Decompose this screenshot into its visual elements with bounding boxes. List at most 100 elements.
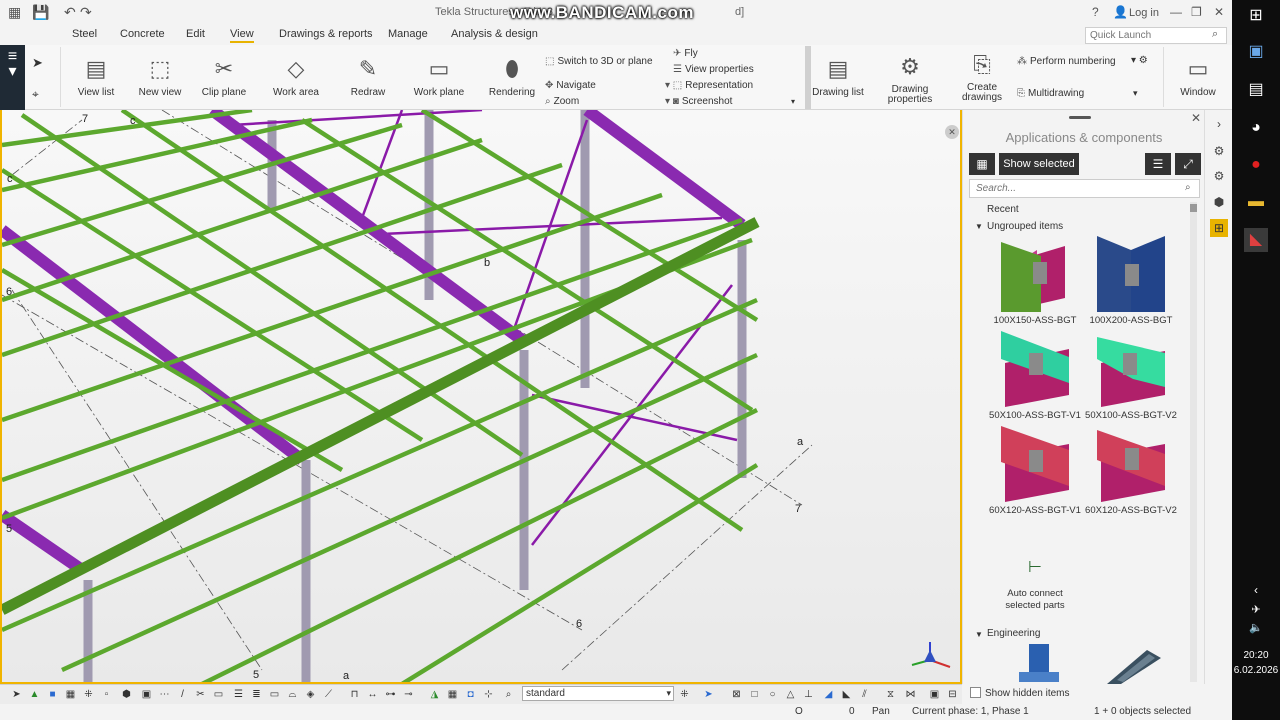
volume-icon[interactable]: 🔈 <box>1244 616 1268 640</box>
select-arrow-icon[interactable]: ➤ <box>10 688 23 701</box>
minimize-icon[interactable]: — <box>1170 5 1182 19</box>
collapse-triangle-icon[interactable]: ▼ <box>975 630 983 639</box>
work-area-button[interactable]: ◇ Work area <box>268 55 324 98</box>
panel-scrollbar[interactable] <box>1190 202 1197 682</box>
select-cube-icon[interactable]: ⬢ <box>120 688 133 701</box>
select-plane-icon[interactable]: ▭ <box>268 688 281 701</box>
snap-zoom-icon[interactable]: ⌕ <box>502 688 515 701</box>
network-computer-icon[interactable]: ▣ <box>1244 40 1268 64</box>
components-tab-icon[interactable]: ⊞ <box>1210 219 1228 237</box>
window-button[interactable]: ▭ Window <box>1173 55 1223 98</box>
quick-launch-input[interactable] <box>1085 27 1227 44</box>
snap-plane-icon[interactable]: ◮ <box>428 688 441 701</box>
drawing-properties-button[interactable]: ⚙ Drawing properties <box>882 53 938 105</box>
snap-icon[interactable]: ⌖ <box>32 87 39 102</box>
select-arrow-icon[interactable]: ➤ <box>32 55 43 71</box>
select-stack-icon[interactable]: ◈ <box>304 688 317 701</box>
chevron-down-icon[interactable]: ▾ <box>791 97 795 106</box>
create-drawings-button[interactable]: ⎘ Create drawings <box>954 51 1010 103</box>
select-grid-icon[interactable]: ⁜ <box>82 688 95 701</box>
representation-button[interactable]: ▾ ⬚ Representation <box>665 80 753 91</box>
view-filter-select[interactable]: standard ▾ <box>522 686 674 701</box>
user-icon[interactable]: 👤 <box>1113 5 1128 19</box>
folder-icon[interactable]: ▬ <box>1244 190 1268 214</box>
component-item[interactable]: 60X120-ASS-BGT-V1 <box>987 426 1083 516</box>
search-icon[interactable]: ⌕ <box>1212 28 1218 41</box>
navigate-button[interactable]: ✥ Navigate <box>545 80 596 91</box>
component-search-input[interactable] <box>969 179 1200 198</box>
snap-xyz-icon[interactable]: ⋈ <box>904 688 917 701</box>
menu-view[interactable]: View <box>230 28 254 43</box>
list-view-button[interactable]: ☰ <box>1145 153 1171 175</box>
property-settings-icon[interactable]: ⚙ <box>1210 142 1228 160</box>
snap-cross-icon[interactable]: ⊠ <box>730 688 743 701</box>
taskbar-clock[interactable]: 20:20 6.02.2026 <box>1232 648 1280 678</box>
settings-gear-icon[interactable]: ⚙ <box>1210 167 1228 185</box>
select-parts-icon[interactable]: ■ <box>46 688 59 701</box>
expand-button[interactable]: ⤢ <box>1175 153 1201 175</box>
select-link-icon[interactable]: ⟋ <box>322 688 335 701</box>
login-link[interactable]: Log in <box>1129 7 1159 19</box>
app-logo-icon[interactable]: ▦ <box>8 4 21 21</box>
component-item[interactable]: 60X120-ASS-BGT-V2 <box>1083 426 1179 516</box>
model-view[interactable]: 7 c c 6 b a 7 5 5 6 a <box>0 110 962 684</box>
snap-end-icon[interactable]: ⊸ <box>402 688 415 701</box>
undo-icon[interactable]: ↶ <box>64 4 76 21</box>
snap-angle-icon[interactable]: ◢ <box>822 688 835 701</box>
snap-circle-icon[interactable]: ○ <box>766 688 779 701</box>
engineering-section[interactable]: Engineering <box>987 628 1040 639</box>
menu-analysis-design[interactable]: Analysis & design <box>451 28 538 40</box>
restore-icon[interactable]: ❐ <box>1191 5 1202 19</box>
snap-view-icon[interactable]: ◘ <box>464 688 477 701</box>
component-item[interactable]: 100X150-ASS-BGT <box>987 236 1083 326</box>
screenshot-button[interactable]: ▾ ◙ Screenshot <box>665 96 732 107</box>
collapse-triangle-icon[interactable]: ▼ <box>975 222 983 231</box>
select-bolt-icon[interactable]: ☰ <box>232 688 245 701</box>
select-weld-icon[interactable]: ⋯ <box>158 688 171 701</box>
record-icon[interactable]: ● <box>1244 153 1268 177</box>
windows-start-icon[interactable]: ⊞ <box>1244 4 1268 28</box>
help-icon[interactable]: ? <box>1092 5 1099 19</box>
snap-perp-icon[interactable]: ⊥ <box>802 688 815 701</box>
snap-grid-icon[interactable]: ▦ <box>446 688 459 701</box>
select-rect-icon[interactable]: ▭ <box>212 688 225 701</box>
zoom-button[interactable]: ⌕ Zoom <box>545 96 579 107</box>
clip-plane-button[interactable]: ✂ Clip plane <box>197 55 251 98</box>
work-plane-button[interactable]: ▭ Work plane <box>411 55 467 98</box>
engineering-thumb-1[interactable] <box>1015 644 1063 684</box>
new-view-button[interactable]: ⬚ New view <box>133 55 187 98</box>
redo-icon[interactable]: ↷ <box>80 4 92 21</box>
snap-edge-icon[interactable]: ◣ <box>840 688 853 701</box>
snap-square-icon[interactable]: □ <box>748 688 761 701</box>
view-properties-button[interactable]: ☰ View properties <box>673 64 754 75</box>
save-icon[interactable]: 💾 <box>32 4 49 21</box>
calculator-icon[interactable]: ▤ <box>1244 78 1268 102</box>
grid-view-button[interactable]: ▦ <box>969 153 995 175</box>
chevron-down-icon[interactable]: ▾ <box>1133 88 1138 99</box>
tekla-app-icon[interactable]: ◣ <box>1244 228 1268 252</box>
select-surface-icon[interactable]: ▦ <box>64 688 77 701</box>
scrollbar-thumb[interactable] <box>1190 204 1197 212</box>
select-layers-icon[interactable]: ≣ <box>250 688 263 701</box>
select-assembly-icon[interactable]: ▣ <box>140 688 153 701</box>
select-point-icon[interactable]: ▫ <box>100 688 113 701</box>
snap-extra-icon[interactable]: ⊟ <box>946 688 959 701</box>
snap-triangle-icon[interactable]: △ <box>784 688 797 701</box>
panel-close-icon[interactable]: ✕ <box>1191 111 1201 125</box>
drawing-list-button[interactable]: ▤ Drawing list <box>811 55 865 98</box>
filter-icon[interactable]: ⁜ <box>678 688 691 701</box>
close-icon[interactable]: ✕ <box>1214 5 1224 19</box>
snap-center-icon[interactable]: ⊹ <box>482 688 495 701</box>
expand-right-icon[interactable]: › <box>1210 115 1228 133</box>
rendering-button[interactable]: ⬮ Rendering <box>486 55 538 98</box>
pick-icon[interactable]: ➤ <box>702 688 715 701</box>
multidrawing-button[interactable]: ⎘ Multidrawing <box>1017 88 1084 99</box>
component-item[interactable]: 50X100-ASS-BGT-V2 <box>1083 331 1179 421</box>
checkbox-box[interactable] <box>970 687 981 698</box>
auto-connect-item[interactable]: ⊢ Auto connect selected parts <box>987 548 1083 612</box>
switch-3d-button[interactable]: ⬚ Switch to 3D or plane <box>545 56 653 67</box>
menu-drawings-reports[interactable]: Drawings & reports <box>279 28 373 40</box>
panel-grip[interactable] <box>1069 116 1091 119</box>
select-weight-icon[interactable]: ⌓ <box>286 688 299 701</box>
menu-steel[interactable]: Steel <box>72 28 97 40</box>
